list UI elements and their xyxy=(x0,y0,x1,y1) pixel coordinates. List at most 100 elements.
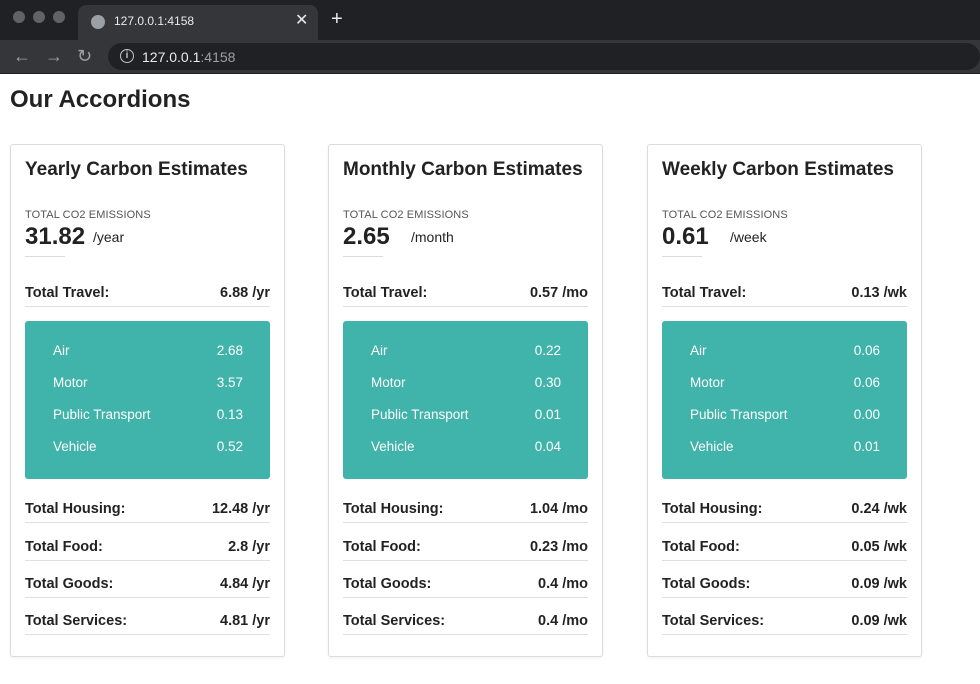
reload-icon[interactable]: ↻ xyxy=(77,44,92,68)
row-value: 0.4 /mo xyxy=(538,576,588,592)
row-total-services[interactable]: Total Services: 0.09 /wk xyxy=(662,613,907,635)
breakdown-label: Air xyxy=(690,343,707,358)
new-tab-button[interactable]: + xyxy=(331,8,343,30)
row-label: Total Food: xyxy=(662,539,740,555)
url-host: 127.0.0.1 xyxy=(142,49,201,65)
row-total-goods[interactable]: Total Goods: 4.84 /yr xyxy=(25,576,270,598)
row-label: Total Housing: xyxy=(662,501,763,517)
page-content: Our Accordions Yearly Carbon Estimates T… xyxy=(0,75,980,684)
emissions-value: 2.65 xyxy=(343,223,390,250)
row-value: 0.57 /mo xyxy=(529,285,588,301)
breakdown-item-motor: Motor 0.30 xyxy=(371,375,561,395)
row-total-services[interactable]: Total Services: 0.4 /mo xyxy=(343,613,588,635)
row-label: Total Housing: xyxy=(25,501,126,517)
emissions-unit: /week xyxy=(730,229,767,245)
url-text[interactable]: 127.0.0.1:4158 xyxy=(142,49,235,65)
breakdown-value: 0.13 xyxy=(216,407,243,422)
emissions-unit: /month xyxy=(411,229,454,245)
row-value: 0.24 /wk xyxy=(851,501,907,517)
breakdown-label: Public Transport xyxy=(690,407,788,422)
breakdown-value: 0.22 xyxy=(534,343,561,358)
emissions-label: TOTAL CO2 EMISSIONS xyxy=(25,209,151,221)
row-value: 2.8 /yr xyxy=(228,539,270,555)
row-label: Total Goods: xyxy=(662,576,751,592)
row-total-food[interactable]: Total Food: 0.05 /wk xyxy=(662,539,907,561)
forward-icon[interactable]: → xyxy=(45,44,63,68)
row-value: 0.23 /mo xyxy=(529,539,588,555)
tab-title: 127.0.0.1:4158 xyxy=(114,14,195,28)
row-total-housing[interactable]: Total Housing: 12.48 /yr xyxy=(25,501,270,523)
url-port: :4158 xyxy=(200,49,236,65)
breakdown-item-air: Air 0.22 xyxy=(371,343,561,363)
breakdown-item-air: Air 2.68 xyxy=(53,343,243,363)
divider xyxy=(343,256,383,257)
row-label: Total Travel: xyxy=(25,285,110,301)
emissions-value: 31.82 xyxy=(25,223,86,250)
breakdown-value: 0.52 xyxy=(216,439,243,454)
breakdown-value: 0.01 xyxy=(853,439,880,454)
row-label: Total Travel: xyxy=(343,285,428,301)
breakdown-label: Public Transport xyxy=(371,407,469,422)
breakdown-value: 0.30 xyxy=(534,375,561,390)
row-total-travel[interactable]: Total Travel: 0.13 /wk xyxy=(662,285,907,307)
breakdown-label: Vehicle xyxy=(53,439,97,454)
row-value: 6.88 /yr xyxy=(220,285,270,301)
card-title: Yearly Carbon Estimates xyxy=(25,159,248,180)
row-value: 0.09 /wk xyxy=(851,576,907,592)
browser-toolbar: ← → ↻ i 127.0.0.1:4158 xyxy=(0,40,980,74)
card-yearly: Yearly Carbon Estimates TOTAL CO2 EMISSI… xyxy=(10,144,285,657)
breakdown-value: 0.01 xyxy=(534,407,561,422)
row-label: Total Services: xyxy=(343,613,446,629)
row-value: 0.4 /mo xyxy=(538,613,588,629)
breakdown-value: 2.68 xyxy=(216,343,243,358)
divider xyxy=(25,256,65,257)
row-total-food[interactable]: Total Food: 0.23 /mo xyxy=(343,539,588,561)
row-total-housing[interactable]: Total Housing: 1.04 /mo xyxy=(343,501,588,523)
browser-tab-bar: 127.0.0.1:4158 ✕ + xyxy=(0,0,980,40)
row-value: 4.84 /yr xyxy=(220,576,270,592)
row-total-food[interactable]: Total Food: 2.8 /yr xyxy=(25,539,270,561)
emissions-value: 0.61 xyxy=(662,223,709,250)
browser-tab[interactable]: 127.0.0.1:4158 ✕ xyxy=(78,5,318,40)
card-title: Weekly Carbon Estimates xyxy=(662,159,894,180)
breakdown-label: Air xyxy=(53,343,70,358)
breakdown-item-public-transport: Public Transport 0.00 xyxy=(690,407,880,427)
row-label: Total Services: xyxy=(25,613,128,629)
breakdown-item-public-transport: Public Transport 0.13 xyxy=(53,407,243,427)
breakdown-label: Motor xyxy=(690,375,725,390)
window-close-dot[interactable] xyxy=(13,11,25,23)
breakdown-item-vehicle: Vehicle 0.01 xyxy=(690,439,880,459)
row-value: 1.04 /mo xyxy=(529,501,588,517)
window-zoom-dot[interactable] xyxy=(53,11,65,23)
breakdown-label: Vehicle xyxy=(690,439,734,454)
emissions-unit: /year xyxy=(93,229,125,245)
breakdown-value: 0.06 xyxy=(853,343,880,358)
row-total-services[interactable]: Total Services: 4.81 /yr xyxy=(25,613,270,635)
breakdown-value: 0.06 xyxy=(853,375,880,390)
breakdown-item-air: Air 0.06 xyxy=(690,343,880,363)
row-total-housing[interactable]: Total Housing: 0.24 /wk xyxy=(662,501,907,523)
row-label: Total Travel: xyxy=(662,285,747,301)
close-icon[interactable]: ✕ xyxy=(295,11,308,31)
emissions-label: TOTAL CO2 EMISSIONS xyxy=(662,209,788,221)
info-icon[interactable]: i xyxy=(120,49,134,63)
breakdown-label: Vehicle xyxy=(371,439,415,454)
back-icon[interactable]: ← xyxy=(13,44,31,68)
row-value: 0.09 /wk xyxy=(851,613,907,629)
row-total-goods[interactable]: Total Goods: 0.09 /wk xyxy=(662,576,907,598)
breakdown-label: Motor xyxy=(53,375,88,390)
address-bar[interactable]: i 127.0.0.1:4158 xyxy=(108,43,980,70)
window-minimize-dot[interactable] xyxy=(33,11,45,23)
page-title: Our Accordions xyxy=(10,86,191,113)
row-label: Total Goods: xyxy=(343,576,432,592)
card-monthly: Monthly Carbon Estimates TOTAL CO2 EMISS… xyxy=(328,144,603,657)
travel-breakdown-panel: Air 0.22 Motor 0.30 Public Transport 0.01 V… xyxy=(343,321,588,479)
breakdown-value: 0.00 xyxy=(853,407,880,422)
row-total-travel[interactable]: Total Travel: 0.57 /mo xyxy=(343,285,588,307)
row-total-travel[interactable]: Total Travel: 6.88 /yr xyxy=(25,285,270,307)
row-value: 4.81 /yr xyxy=(220,613,270,629)
divider xyxy=(662,256,702,257)
row-total-goods[interactable]: Total Goods: 0.4 /mo xyxy=(343,576,588,598)
row-label: Total Food: xyxy=(343,539,421,555)
breakdown-label: Air xyxy=(371,343,388,358)
